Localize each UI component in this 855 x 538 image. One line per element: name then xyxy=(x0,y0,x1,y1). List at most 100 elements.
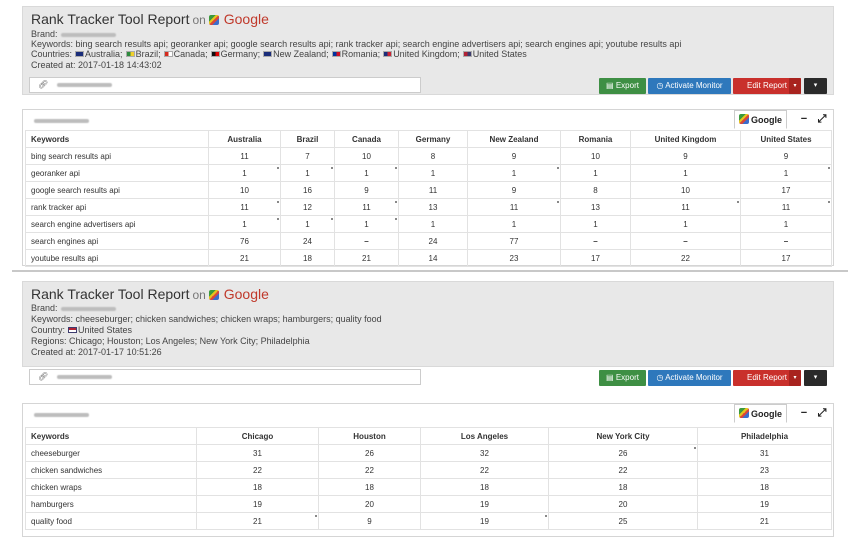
rank-cell: 22 xyxy=(420,461,549,479)
tab-google[interactable]: Google xyxy=(734,110,787,129)
table-row: youtube results api 21 18 21 14 23 17 22 17 xyxy=(25,249,832,267)
rank-cell: 1 xyxy=(280,164,335,182)
expand-icon[interactable]: ⤢ xyxy=(815,112,829,126)
column-header[interactable]: Los Angeles xyxy=(420,427,549,445)
rank-cell: 19 xyxy=(420,495,549,513)
created-at: Created at: 2017-01-18 14:43:02 xyxy=(31,60,162,70)
column-header[interactable]: Australia xyxy=(208,130,281,148)
keywords-line: Keywords: cheeseburger; chicken sandwich… xyxy=(31,314,382,324)
rank-cell: 21 xyxy=(334,249,399,267)
keyword-cell: search engine advertisers api xyxy=(25,215,209,233)
column-header[interactable]: United Kingdom xyxy=(630,130,741,148)
column-header[interactable]: Canada xyxy=(334,130,399,148)
regions-line: Regions: Chicago; Houston; Los Angeles; … xyxy=(31,336,310,346)
column-header[interactable]: New Zealand xyxy=(467,130,561,148)
keywords-line: Keywords: bing search results api; geora… xyxy=(31,39,682,49)
rank-cell: 17 xyxy=(740,249,832,267)
rank-cell: 1 xyxy=(630,164,741,182)
column-header[interactable]: Romania xyxy=(560,130,631,148)
column-header[interactable]: United States xyxy=(740,130,832,148)
column-header[interactable]: Germany xyxy=(398,130,468,148)
rank-cell: 18 xyxy=(420,478,549,496)
rank-cell: 1 xyxy=(208,164,281,182)
google-icon xyxy=(739,408,749,418)
edit-label: Edit Report xyxy=(746,81,788,90)
rank-cell: 10 xyxy=(630,181,741,199)
column-header-keywords[interactable]: Keywords xyxy=(25,130,209,148)
rank-cell: 12 xyxy=(280,198,335,216)
keyword-cell: hamburgers xyxy=(25,495,197,513)
column-header[interactable]: Houston xyxy=(318,427,421,445)
rank-cell: 26 xyxy=(548,444,698,462)
column-header[interactable]: Philadelphia xyxy=(697,427,832,445)
report-title-on: on xyxy=(192,13,206,27)
country-name: New Zealand; xyxy=(273,49,329,59)
keyword-cell: search engines api xyxy=(25,232,209,250)
rank-cell: 10 xyxy=(334,147,399,165)
rank-cell: 22 xyxy=(630,249,741,267)
more-options-button[interactable]: ▾ xyxy=(804,78,827,94)
search-engine-name: Google xyxy=(223,11,269,27)
table-row: quality food 21 9 19 25 21 xyxy=(25,512,832,530)
rank-cell: 1 xyxy=(398,215,468,233)
table-row: bing search results api 11 7 10 8 9 10 9 9 xyxy=(25,147,832,165)
results-panel-2: Google − ⤢ Keywords Chicago Houston Los Ang… xyxy=(22,403,834,537)
rank-cell: 18 xyxy=(196,478,319,496)
column-header[interactable]: Brazil xyxy=(280,130,335,148)
search-engine-name: Google xyxy=(223,286,269,302)
clock-icon: ◷ xyxy=(656,373,666,382)
more-options-button[interactable]: ▾ xyxy=(804,370,827,386)
activate-monitor-button[interactable]: ◷ Activate Monitor xyxy=(648,370,731,386)
rank-cell: 1 xyxy=(467,215,561,233)
report-url-field[interactable]: 🔗︎ xyxy=(29,77,421,93)
rank-cell: 11 xyxy=(208,147,281,165)
edit-label: Edit Report xyxy=(746,373,788,382)
rank-cell: 31 xyxy=(697,444,832,462)
rank-cell: 21 xyxy=(697,512,832,530)
edit-dropdown-caret[interactable]: ▾ xyxy=(789,370,801,386)
country-name: Canada; xyxy=(173,49,208,59)
column-header-keywords[interactable]: Keywords xyxy=(25,427,197,445)
tab-google[interactable]: Google xyxy=(734,404,787,423)
rank-cell: 11 xyxy=(740,198,832,216)
table-row: search engine advertisers api 1 1 1 1 1 1 1 1 xyxy=(25,215,832,233)
minimize-icon[interactable]: − xyxy=(797,406,811,420)
rank-cell: 77 xyxy=(467,232,561,250)
report-title-text: Rank Tracker Tool Report xyxy=(31,11,190,27)
column-header[interactable]: Chicago xyxy=(196,427,319,445)
report-title-text: Rank Tracker Tool Report xyxy=(31,286,190,302)
rank-cell: 9 xyxy=(630,147,741,165)
rank-cell: – xyxy=(740,232,832,250)
rank-cell: 21 xyxy=(196,512,319,530)
export-button[interactable]: ▤ Export xyxy=(599,370,646,386)
report-header-2: Rank Tracker Tool Report on Google Brand:… xyxy=(22,281,834,385)
countries-line: Countries: Australia; Brazil; Canada; German… xyxy=(31,49,527,59)
export-button[interactable]: ▤ Export xyxy=(599,78,646,94)
rank-cell: 14 xyxy=(398,249,468,267)
monitor-label: Activate Monitor xyxy=(665,373,723,382)
rank-cell: 1 xyxy=(334,164,399,182)
minimize-icon[interactable]: − xyxy=(797,112,811,126)
keyword-cell: quality food xyxy=(25,512,197,530)
table-row: search engines api 76 24–24 77– – – xyxy=(25,232,832,250)
report-title-2: Rank Tracker Tool Report on Google xyxy=(31,286,269,302)
country-flag-icon xyxy=(383,51,393,57)
rank-cell: 9 xyxy=(318,512,421,530)
rank-cell: 26 xyxy=(318,444,421,462)
country-flag-icon xyxy=(462,51,472,57)
rank-cell: 19 xyxy=(196,495,319,513)
rank-cell: 20 xyxy=(318,495,421,513)
expand-icon[interactable]: ⤢ xyxy=(815,406,829,420)
report-url-field[interactable]: 🔗︎ xyxy=(29,369,421,385)
rank-cell: 11 xyxy=(334,198,399,216)
rank-cell: 24 xyxy=(398,232,468,250)
keyword-cell: bing search results api xyxy=(25,147,209,165)
brand-redacted xyxy=(60,32,116,37)
us-flag-icon xyxy=(68,327,78,333)
activate-monitor-button[interactable]: ◷ Activate Monitor xyxy=(648,78,731,94)
export-icon: ▤ xyxy=(606,81,616,90)
rank-cell: – xyxy=(560,232,631,250)
rank-cell: 1 xyxy=(560,215,631,233)
edit-dropdown-caret[interactable]: ▾ xyxy=(789,78,801,94)
column-header[interactable]: New York City xyxy=(548,427,698,445)
